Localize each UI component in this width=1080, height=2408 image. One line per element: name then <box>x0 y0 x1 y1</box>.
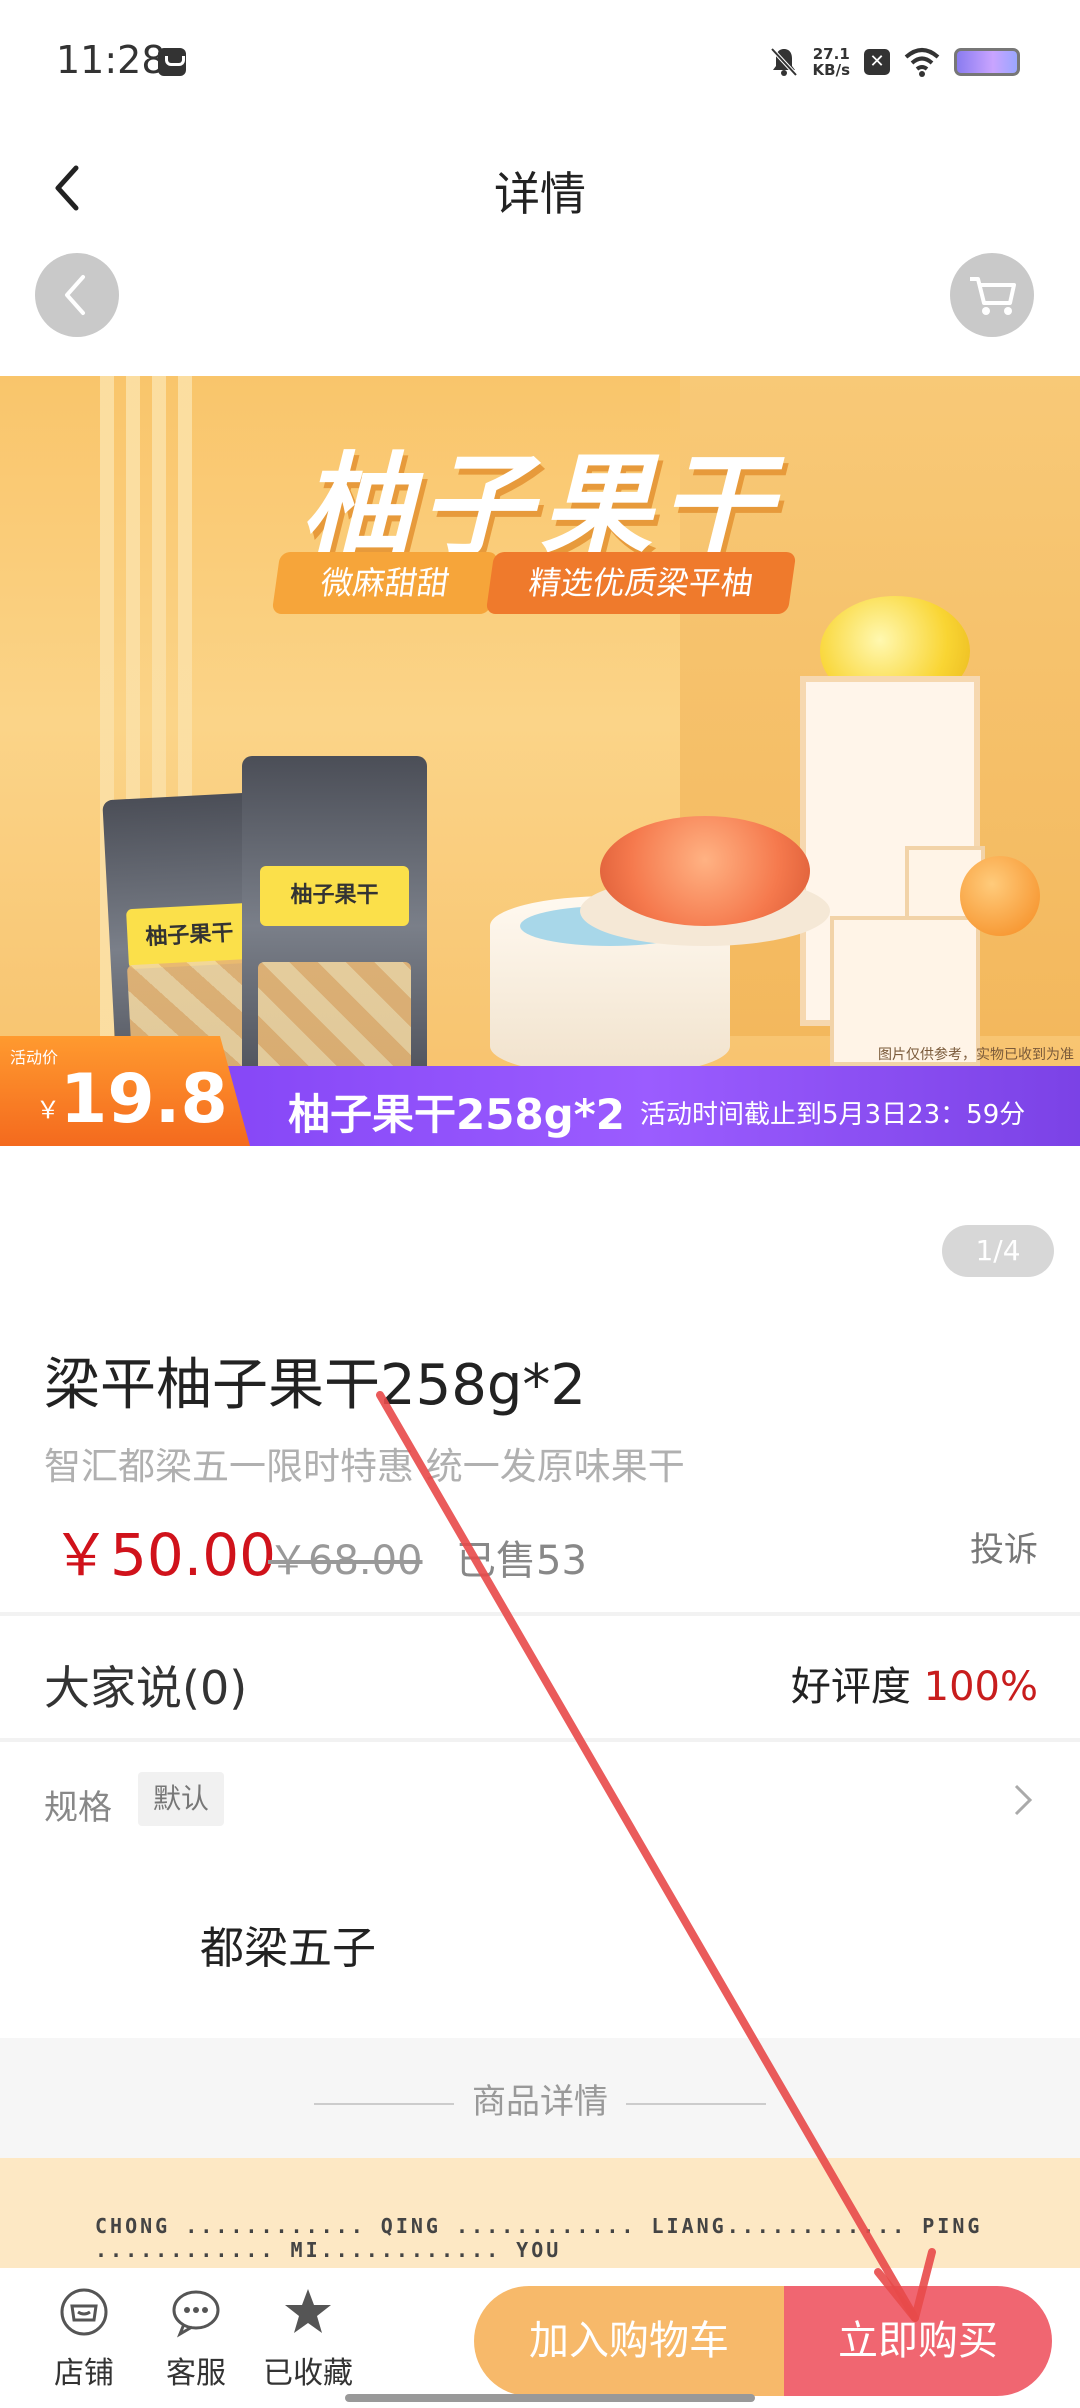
dried-fruit-illustration <box>600 816 810 926</box>
fruit-illustration <box>960 856 1040 936</box>
banner-tag: 精选优质梁平柚 <box>485 552 797 614</box>
bottom-action-bar: 店铺 客服 已收藏 加入购物车 立即购买 <box>0 2268 1080 2408</box>
page-title: 详情 <box>494 167 586 221</box>
divider <box>0 1612 1080 1616</box>
favorite-button[interactable]: 已收藏 <box>258 2286 358 2392</box>
reviews-link[interactable]: 大家说(0) <box>44 1652 247 1718</box>
product-price: ￥50.00 <box>52 1521 277 1589</box>
spec-label: 规格 <box>44 1788 112 1828</box>
detail-image: CHONG ............ QING ............ LIA… <box>0 2158 1080 2268</box>
shop-icon <box>60 2288 108 2336</box>
chevron-left-icon <box>65 275 85 315</box>
add-to-cart-button[interactable]: 加入购物车 <box>474 2286 784 2396</box>
shop-name[interactable]: 都梁五子 <box>200 1912 376 1976</box>
status-time: 11:28 <box>56 38 166 82</box>
banner-deadline: 活动时间截止到5月3日23：59分 <box>640 1100 1026 1130</box>
wifi-icon <box>904 48 940 77</box>
detail-title: 商品详情 <box>472 2082 608 2122</box>
nav-bar: 详情 <box>0 128 1080 258</box>
rating-value: 100% <box>923 1664 1038 1710</box>
image-pager-indicator: 1/4 <box>942 1225 1054 1277</box>
spec-selector[interactable]: 默认 <box>138 1772 224 1826</box>
home-indicator <box>345 2394 755 2402</box>
chat-icon <box>172 2290 220 2338</box>
product-title: 梁平柚子果干258g*2 <box>44 1353 587 1418</box>
shop-button[interactable]: 店铺 <box>34 2286 134 2392</box>
product-sold-count: 已售53 <box>456 1538 587 1584</box>
status-bar: 11:28 27.1 KB/s ✕ <box>0 0 1080 128</box>
battery-icon <box>954 48 1020 76</box>
buy-now-button[interactable]: 立即购买 <box>784 2286 1052 2396</box>
chevron-right-icon[interactable] <box>1006 1780 1038 1820</box>
banner-product-name: 柚子果干258g*2 <box>288 1090 625 1139</box>
detail-section-header: 商品详情 <box>0 2038 1080 2158</box>
message-icon <box>158 48 186 76</box>
cart-icon <box>970 277 1016 315</box>
cart-button[interactable] <box>950 253 1034 337</box>
star-icon <box>285 2289 331 2333</box>
banner-note: 图片仅供参考，实物已收到为准 <box>878 1047 1074 1063</box>
product-bag: 柚子果干 <box>242 756 427 1096</box>
complain-link[interactable]: 投诉 <box>970 1522 1038 1571</box>
product-subtitle: 智汇都梁五一限时特惠 统一发原味果干 <box>44 1445 685 1488</box>
banner-price-box: 活动价 ￥ 19.8 <box>0 1036 250 1146</box>
network-speed: 27.1 KB/s <box>812 45 850 79</box>
close-box-icon: ✕ <box>864 49 890 75</box>
status-icons: 27.1 KB/s ✕ <box>769 42 1020 82</box>
product-image-carousel[interactable]: 柚子果干 微麻甜甜 精选优质梁平柚 柚子果干 柚子果干 图片仅供参考，实物已收到… <box>0 376 1080 1146</box>
divider <box>0 1738 1080 1742</box>
carousel-back-button[interactable] <box>35 253 119 337</box>
customer-service-button[interactable]: 客服 <box>146 2286 246 2392</box>
bell-muted-icon <box>770 47 798 77</box>
product-original-price: ￥68.00 <box>268 1538 423 1584</box>
rating: 好评度 100% <box>790 1664 1038 1710</box>
banner-tag: 微麻甜甜 <box>271 552 499 614</box>
